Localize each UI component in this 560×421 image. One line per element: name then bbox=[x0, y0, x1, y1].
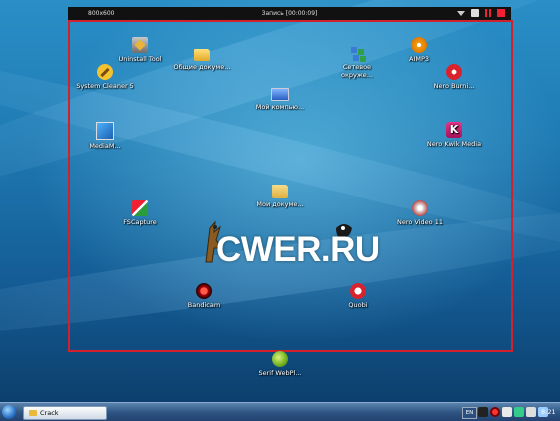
desktop-icon-shared-docs[interactable]: Общие докуме... bbox=[172, 45, 232, 71]
desktop-icon-label: System Cleaner 5 bbox=[76, 82, 134, 90]
fscapture-icon bbox=[132, 200, 148, 216]
bandicam-icon bbox=[196, 283, 212, 299]
desktop-icon-label: Nero Video 11 bbox=[397, 218, 443, 226]
desktop-icon-mediamonkey[interactable]: MediaM... bbox=[75, 122, 135, 150]
serif-icon bbox=[272, 351, 288, 367]
nero-video-icon bbox=[412, 200, 428, 216]
desktop-icon-label: Общие докуме... bbox=[173, 63, 231, 71]
desktop-icon-label: AIMP3 bbox=[408, 55, 430, 63]
desktop-icon-label: Nero Kwik Media bbox=[426, 140, 482, 148]
taskbar-item-label: Crack bbox=[40, 409, 59, 417]
tray-app-icon[interactable] bbox=[502, 407, 512, 417]
desktop-icon-label: MediaM... bbox=[89, 142, 121, 150]
tray-app-icon[interactable] bbox=[478, 407, 488, 417]
desktop-icon-nero-burning[interactable]: Nero Burni... bbox=[424, 64, 484, 90]
recorder-status: Запись [00:00:09] bbox=[261, 10, 318, 17]
volume-icon[interactable] bbox=[526, 407, 536, 417]
taskbar: Crack EN 8:21 bbox=[0, 402, 560, 421]
desktop-icon-aimp[interactable]: AIMP3 bbox=[389, 37, 449, 63]
desktop-icon-network[interactable]: Сетевое окруже... bbox=[327, 45, 387, 79]
desktop-icon-fscapture[interactable]: FSCapture bbox=[110, 200, 170, 226]
desktop-icon-label: Quobi bbox=[348, 301, 368, 309]
network-tray-icon[interactable] bbox=[514, 407, 524, 417]
media-icon bbox=[96, 122, 114, 140]
system-cleaner-icon bbox=[97, 64, 113, 80]
uninstall-tool-icon bbox=[132, 37, 148, 53]
desktop-icon-label: FSCapture bbox=[123, 218, 157, 226]
desktop-icon-my-computer[interactable]: Мой компью... bbox=[250, 88, 310, 111]
logo-text: CWER.RU bbox=[216, 230, 380, 269]
stop-icon[interactable] bbox=[497, 9, 505, 17]
desktop-icon-bandicam[interactable]: Bandicam bbox=[174, 283, 234, 309]
start-button[interactable] bbox=[2, 405, 16, 419]
desktop-icon-label: Serif WebPl... bbox=[258, 369, 302, 377]
nero-icon bbox=[446, 64, 462, 80]
computer-icon bbox=[271, 88, 289, 101]
desktop-icon-quobi[interactable]: Quobi bbox=[328, 283, 388, 309]
dropdown-icon[interactable] bbox=[457, 11, 465, 16]
aimp-icon bbox=[411, 37, 427, 53]
recorder-toolbar: 800x600 Запись [00:00:09] bbox=[68, 7, 511, 20]
cwer-logo: CWER.RU bbox=[196, 218, 380, 268]
desktop-icon-label: Uninstall Tool bbox=[118, 55, 162, 63]
clock[interactable]: 8:21 bbox=[541, 406, 556, 418]
taskbar-item-crack[interactable]: Crack bbox=[23, 406, 107, 420]
system-tray bbox=[478, 407, 548, 417]
nero-kwik-icon: K bbox=[446, 122, 462, 138]
recorder-controls bbox=[457, 9, 505, 17]
desktop-icon-label: Мои докуме... bbox=[256, 200, 304, 208]
network-icon bbox=[349, 45, 365, 61]
desktop-icon-label: Мой компью... bbox=[255, 103, 305, 111]
desktop-icon-label: Сетевое окруже... bbox=[341, 63, 373, 79]
documents-folder-icon bbox=[272, 185, 288, 198]
desktop-icon-uninstall-tool[interactable]: Uninstall Tool bbox=[110, 37, 170, 63]
language-indicator[interactable]: EN bbox=[462, 407, 477, 419]
desktop-icon-my-documents[interactable]: Мои докуме... bbox=[250, 185, 310, 208]
pause-icon[interactable] bbox=[485, 9, 491, 17]
folder-icon bbox=[29, 410, 37, 416]
folder-icon bbox=[194, 49, 210, 61]
quobi-icon bbox=[350, 283, 366, 299]
desktop-icon-nero-kwik[interactable]: K Nero Kwik Media bbox=[424, 122, 484, 148]
desktop: 800x600 Запись [00:00:09] Uninstall Tool… bbox=[0, 0, 560, 402]
bandicam-tray-icon[interactable] bbox=[490, 407, 500, 417]
desktop-icon-nero-video[interactable]: Nero Video 11 bbox=[390, 200, 450, 226]
desktop-icon-label: Bandicam bbox=[187, 301, 221, 309]
camera-icon[interactable] bbox=[471, 9, 479, 17]
desktop-icon-system-cleaner[interactable]: System Cleaner 5 bbox=[75, 64, 135, 90]
desktop-icon-label: Nero Burni... bbox=[433, 82, 475, 90]
desktop-icon-serif-webplus[interactable]: Serif WebPl... bbox=[250, 351, 310, 377]
